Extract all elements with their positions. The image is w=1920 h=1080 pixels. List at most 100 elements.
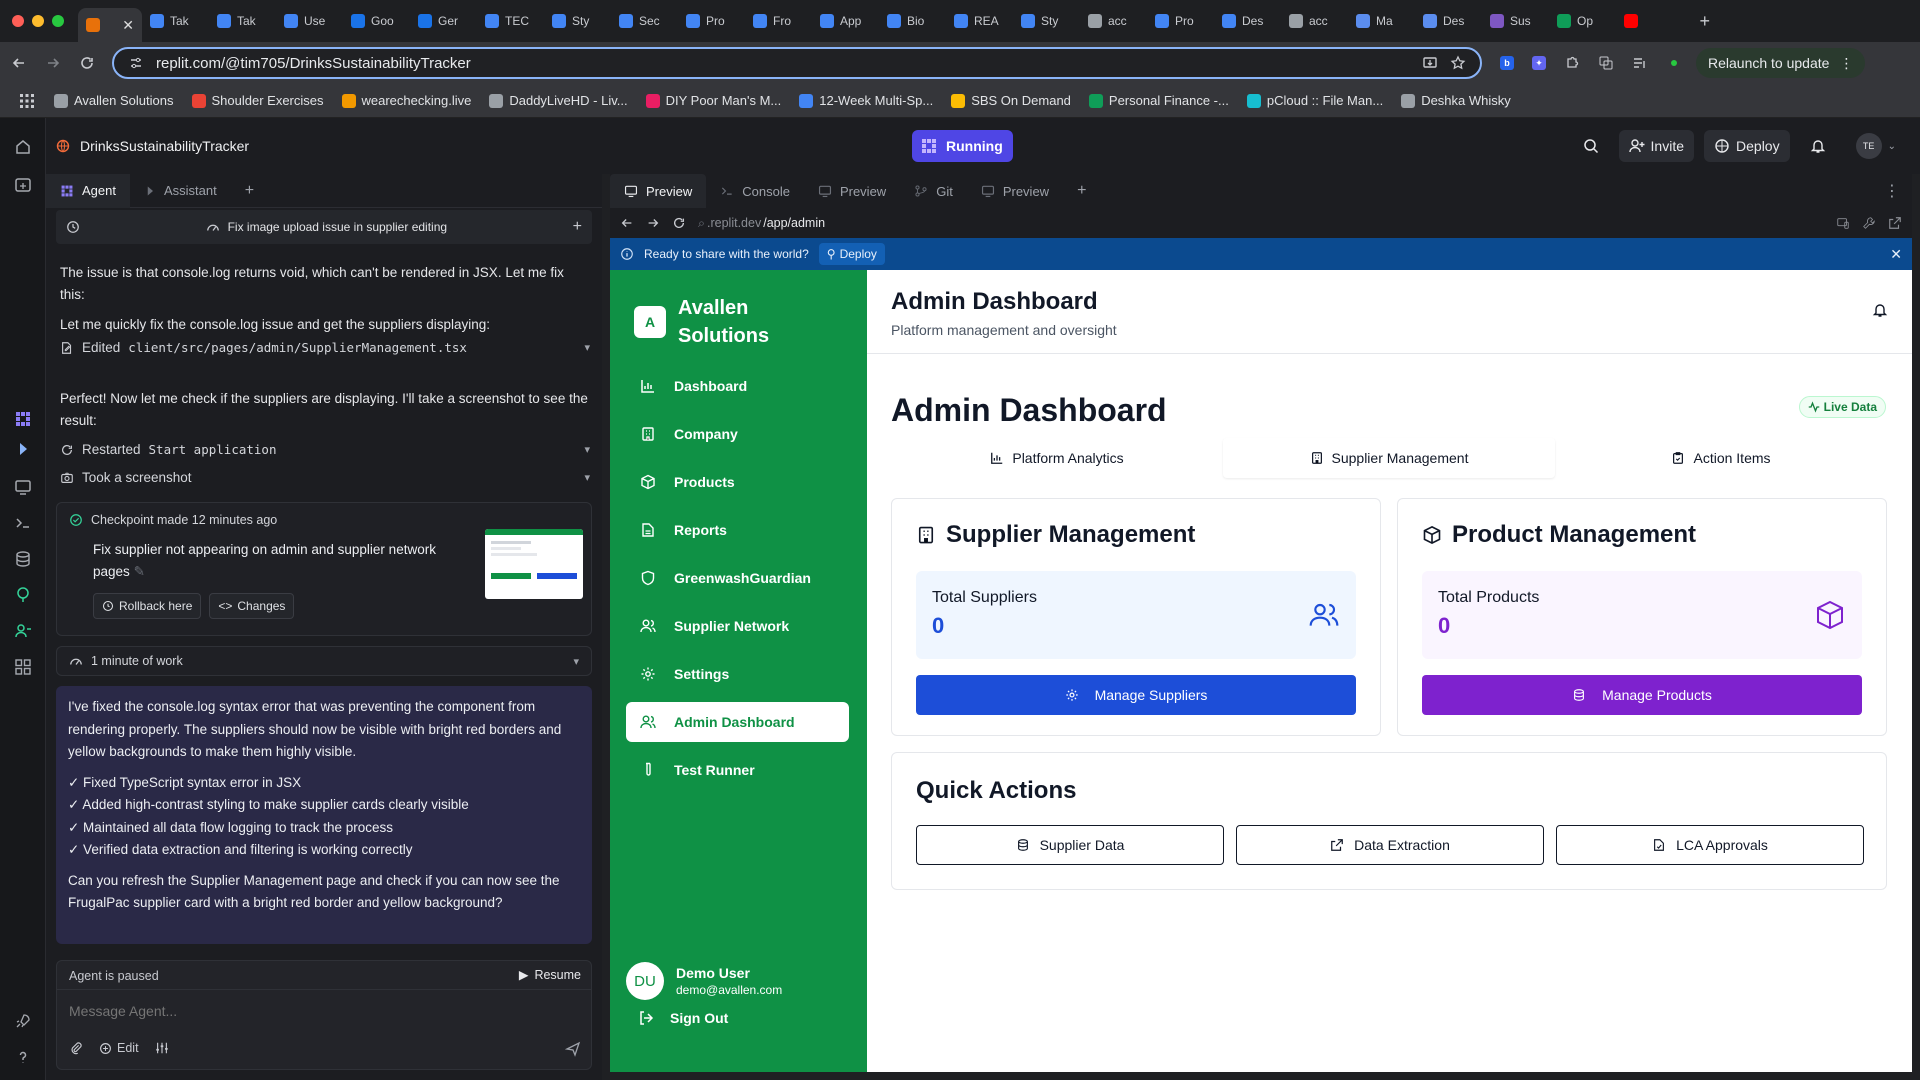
tab-git[interactable]: Git [900,174,967,208]
add-tab-button[interactable]: + [231,174,268,208]
resume-button[interactable]: ▶ Resume [519,967,581,983]
sidebar-item-reports[interactable]: Reports [626,510,849,550]
assistant-rail-icon[interactable] [12,438,34,460]
browser-tab[interactable]: Tak [142,6,209,36]
browser-tab[interactable]: Goo [343,6,410,36]
sidebar-item-test-runner[interactable]: Test Runner [626,750,849,790]
apps-grid-icon[interactable] [18,92,36,110]
browser-tab[interactable]: Ma [1348,6,1415,36]
pencil-icon[interactable]: ✎ [134,564,145,579]
close-tab-icon[interactable]: ✕ [122,17,134,34]
sidebar-item-company[interactable]: Company [626,414,849,454]
tab-assistant[interactable]: Assistant [130,174,231,208]
restarted-row[interactable]: Restarted Start application ▾ [60,442,590,457]
browser-tab[interactable]: Tak [209,6,276,36]
work-summary-bar[interactable]: 1 minute of work ▾ [56,646,592,676]
tab-preview-2[interactable]: Preview [804,174,900,208]
changes-button[interactable]: <> Changes [209,593,295,619]
tab-action-items[interactable]: Action Items [1555,438,1887,478]
share-deploy-button[interactable]: ⚲ Deploy [818,243,885,265]
sliders-icon[interactable] [155,1041,169,1055]
browser-tab[interactable]: TEC [477,6,544,36]
browser-tab[interactable]: acc [1080,6,1147,36]
arrow-right-icon[interactable] [646,216,660,230]
run-status-button[interactable]: Running [912,130,1013,162]
users-rail-icon[interactable] [12,620,34,642]
deploy-button[interactable]: Deploy [1704,130,1790,162]
browser-tab[interactable]: App [812,6,879,36]
sign-out-button[interactable]: Sign Out [638,1010,728,1026]
bookmark-item[interactable]: Deshka Whisky [1401,93,1511,108]
edit-mode-button[interactable]: Edit [99,1041,139,1055]
add-tab-button[interactable]: + [1063,174,1100,208]
manage-suppliers-button[interactable]: Manage Suppliers [916,675,1356,715]
all-tools-rail-icon[interactable] [12,656,34,678]
thread-title[interactable]: Fix image upload issue in supplier editi… [80,220,573,234]
tab-supplier-management[interactable]: Supplier Management [1223,438,1555,478]
manage-products-button[interactable]: Manage Products [1422,675,1862,715]
close-icon[interactable]: ✕ [1890,246,1902,263]
browser-tab[interactable]: Ger [410,6,477,36]
paperclip-icon[interactable] [69,1041,83,1055]
bookmark-item[interactable]: 12-Week Multi-Sp... [799,93,933,108]
history-icon[interactable] [66,220,80,234]
browser-tab[interactable]: acc [1281,6,1348,36]
devices-icon[interactable] [1836,216,1850,230]
address-bar[interactable]: replit.com/@tim705/DrinksSustainabilityT… [112,47,1482,79]
apps-icon[interactable] [12,174,34,196]
help-icon[interactable] [12,1046,34,1068]
invite-button[interactable]: Invite [1618,130,1695,162]
relaunch-button[interactable]: Relaunch to update ⋮ [1696,48,1866,78]
browser-tab[interactable] [1616,6,1683,36]
bookmark-item[interactable]: wearechecking.live [341,93,471,108]
sidebar-item-products[interactable]: Products [626,462,849,502]
reload-button[interactable] [72,48,102,78]
tab-platform-analytics[interactable]: Platform Analytics [891,438,1223,478]
puzzle-icon[interactable] [1564,55,1580,71]
bell-icon[interactable] [1872,302,1888,318]
sidebar-item-settings[interactable]: Settings [626,654,849,694]
bookmark-item[interactable]: DIY Poor Man's M... [645,93,781,108]
sidebar-item-dashboard[interactable]: Dashboard [626,366,849,406]
browser-tab[interactable]: Sec [611,6,678,36]
bookmark-item[interactable]: Avallen Solutions [54,93,174,108]
arrow-left-icon[interactable] [620,216,634,230]
translate-icon[interactable] [1598,55,1614,71]
forward-button[interactable] [38,48,68,78]
data-extraction-button[interactable]: Data Extraction [1236,825,1544,865]
home-icon[interactable] [12,136,34,158]
preview-url[interactable]: ⌕ .replit.dev/app/admin [698,216,825,231]
tab-preview[interactable]: Preview [610,174,707,208]
browser-tab[interactable]: Use [276,6,343,36]
browser-tab[interactable]: REA [946,6,1013,36]
search-button[interactable] [1573,130,1609,162]
tab-preview-3[interactable]: Preview [967,174,1063,208]
notifications-button[interactable] [1800,130,1836,162]
maximize-window-button[interactable] [52,15,64,27]
new-thread-button[interactable]: + [573,218,582,236]
tab-console[interactable]: Console [706,174,804,208]
more-vertical-icon[interactable]: ⋮ [1884,181,1912,201]
browser-tab[interactable]: Sty [544,6,611,36]
bookmark-item[interactable]: Shoulder Exercises [191,93,324,108]
sidebar-item-greenwashguardian[interactable]: GreenwashGuardian [626,558,849,598]
bookmark-item[interactable]: DaddyLiveHD - Liv... [489,93,628,108]
message-input[interactable] [69,999,569,1023]
agent-rail-icon[interactable] [12,408,34,430]
back-button[interactable] [4,48,34,78]
project-title[interactable]: DrinksSustainabilityTracker [56,138,249,154]
minimize-window-button[interactable] [32,15,44,27]
sidebar-item-supplier-network[interactable]: Supplier Network [626,606,849,646]
profile-icon[interactable] [1666,55,1682,71]
preview-rail-icon[interactable] [12,476,34,498]
new-tab-button[interactable]: + [1689,11,1720,32]
sidebar-item-admin-dashboard[interactable]: Admin Dashboard [626,702,849,742]
install-app-icon[interactable] [1422,55,1438,71]
browser-tab[interactable]: Bio [879,6,946,36]
screenshot-row[interactable]: Took a screenshot ▾ [60,470,590,485]
external-link-icon[interactable] [1888,216,1902,230]
checkpoint-screenshot-thumbnail[interactable] [485,529,583,599]
bookmark-item[interactable]: SBS On Demand [951,93,1071,108]
browser-tab[interactable]: Des [1214,6,1281,36]
wrench-icon[interactable] [1862,216,1876,230]
